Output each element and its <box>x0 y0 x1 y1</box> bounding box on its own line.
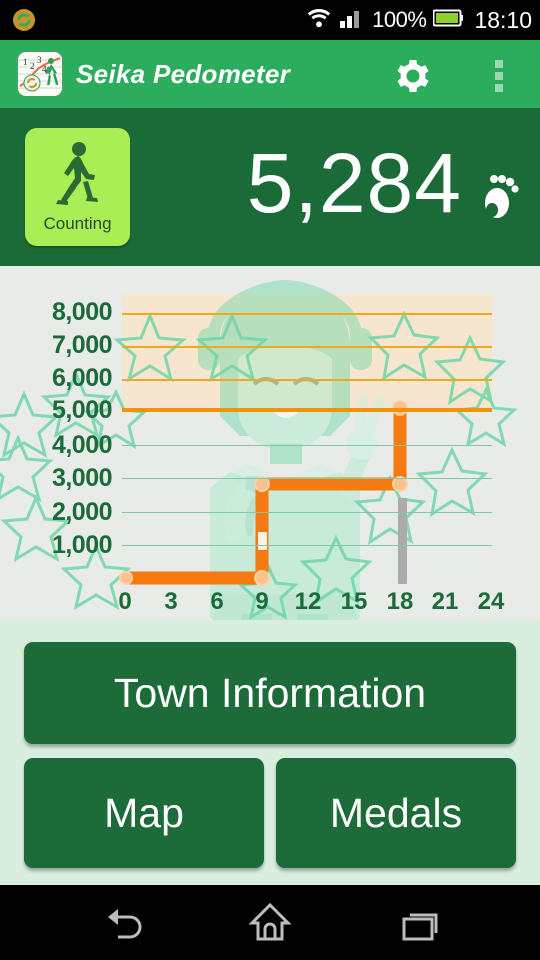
app-sync-icon <box>11 7 37 33</box>
y-tick-label: 7,000 <box>51 331 113 359</box>
back-icon[interactable] <box>98 897 158 947</box>
x-tick-label: 0 <box>118 588 132 615</box>
gridline-8000 <box>122 313 492 315</box>
svg-text:2: 2 <box>30 61 35 71</box>
overflow-menu-icon[interactable] <box>485 60 513 92</box>
recent-apps-icon[interactable] <box>390 897 450 947</box>
x-tick-label: 24 <box>477 588 505 615</box>
app-bar: 1 2 3 4 Seika Pedometer <box>0 40 540 108</box>
gridline-1000 <box>122 545 492 546</box>
x-tick-label: 9 <box>255 588 269 615</box>
step-counter-panel: Counting 5,284 <box>0 108 540 266</box>
action-buttons-panel: Town Information Map Medals <box>0 620 540 885</box>
x-tick-label: 12 <box>294 588 322 615</box>
wifi-icon <box>306 7 332 34</box>
walking-person-icon <box>25 138 130 210</box>
page-title: Seika Pedometer <box>76 59 291 89</box>
y-tick-label: 6,000 <box>51 364 113 392</box>
android-navigation-bar <box>0 885 540 960</box>
town-information-button[interactable]: Town Information <box>24 642 516 744</box>
gridline-7000 <box>122 346 492 348</box>
step-count-value: 5,284 <box>246 136 462 230</box>
gridline-4000 <box>122 445 492 446</box>
footprint-icon <box>478 170 524 220</box>
battery-full-icon <box>432 9 464 32</box>
status-clock: 18:10 <box>474 6 532 33</box>
svg-text:1: 1 <box>23 57 28 67</box>
status-bar: 100% 18:10 <box>0 0 540 40</box>
y-tick-label: 5,000 <box>51 396 113 424</box>
gear-icon[interactable] <box>392 56 432 96</box>
y-tick-label: 2,000 <box>51 498 113 526</box>
medals-button[interactable]: Medals <box>276 758 516 868</box>
counting-status-button[interactable]: Counting <box>25 128 130 246</box>
x-tick-label: 3 <box>164 588 178 615</box>
gridline-3000 <box>122 478 492 479</box>
home-icon[interactable] <box>240 897 300 947</box>
cellular-signal-icon <box>339 7 365 34</box>
x-tick-label: 18 <box>386 588 414 615</box>
gridline-2000 <box>122 512 492 513</box>
y-tick-label: 4,000 <box>51 431 113 459</box>
seika-pedometer-app-icon: 1 2 3 4 <box>16 50 64 98</box>
overflow-dot <box>495 72 503 80</box>
y-tick-label: 8,000 <box>51 298 113 326</box>
battery-percent-label: 100% <box>372 7 427 32</box>
x-tick-label: 15 <box>340 588 368 615</box>
y-tick-label: 3,000 <box>51 464 113 492</box>
map-button[interactable]: Map <box>24 758 264 868</box>
gridline-5000-goal <box>122 408 492 412</box>
y-tick-label: 1,000 <box>51 531 113 559</box>
overflow-dot <box>495 84 503 92</box>
gridline-6000 <box>122 379 492 381</box>
overflow-dot <box>495 60 503 68</box>
x-tick-label: 6 <box>210 588 224 615</box>
x-tick-label: 21 <box>431 588 459 615</box>
counting-status-label: Counting <box>43 214 112 233</box>
